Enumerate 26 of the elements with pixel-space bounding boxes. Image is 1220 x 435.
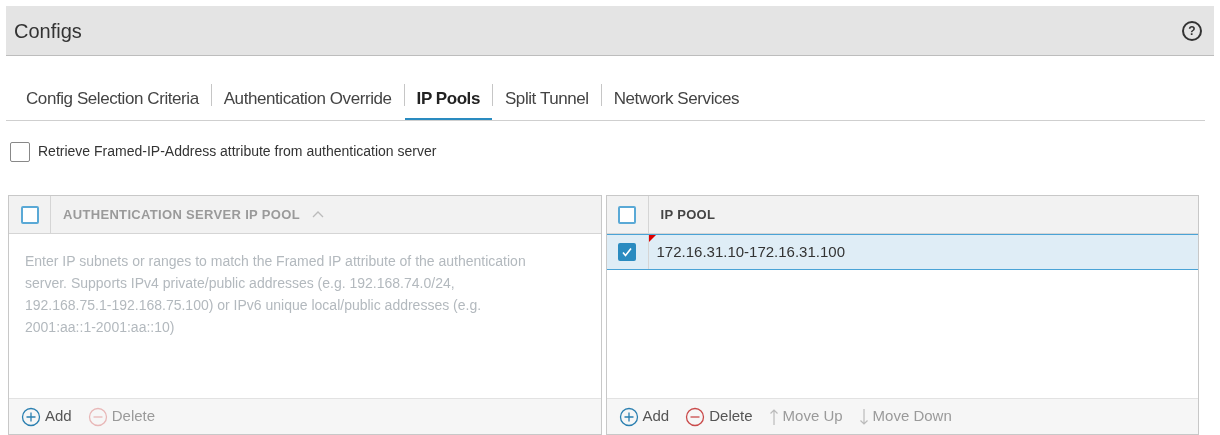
plus-circle-icon — [618, 406, 639, 427]
tab[interactable]: Authentication Override — [211, 80, 404, 120]
toolbar-button[interactable]: Add — [21, 405, 72, 428]
empty-hint: Enter IP subnets or ranges to match the Framed IP attribute of the authentication server. Supports IPv4 private/public addresses (e.g. 192.168.74.0/24, 192.168.75.1-192.168.75.100) or IPv6 unique local/public addresses (e.g. 2001:aa::1-2001:aa::10) — [24, 252, 527, 337]
minus-circle-icon — [87, 406, 108, 427]
table-cell-text: 172.16.31.10-172.16.31.100 — [655, 241, 845, 262]
toolbar-button[interactable]: Add — [618, 405, 670, 428]
check-icon — [621, 246, 633, 258]
arrow-up-icon — [768, 407, 779, 426]
plus-circle-icon — [21, 406, 41, 427]
checkbox[interactable] — [618, 205, 636, 224]
tab[interactable]: Split Tunnel — [492, 80, 601, 120]
minus-circle-icon — [685, 406, 706, 427]
page-title: Configs — [14, 18, 82, 44]
tab[interactable]: Network Services — [601, 80, 752, 120]
tab[interactable]: Config Selection Criteria — [18, 80, 211, 120]
toolbar-button[interactable]: Delete — [685, 405, 753, 428]
checkbox-label: Retrieve Framed-IP-Address attribute from authentication server — [38, 142, 437, 161]
arrow-down-icon — [858, 407, 869, 426]
sort-caret-icon[interactable] — [311, 211, 324, 218]
help-button[interactable]: ? — [1182, 20, 1202, 41]
checkbox[interactable] — [10, 141, 30, 162]
column-title[interactable]: IP POOL — [648, 204, 716, 225]
checkbox[interactable] — [20, 205, 39, 224]
table-row[interactable]: 172.16.31.10-172.16.31.100 — [606, 234, 1198, 270]
checkbox[interactable] — [618, 243, 636, 261]
